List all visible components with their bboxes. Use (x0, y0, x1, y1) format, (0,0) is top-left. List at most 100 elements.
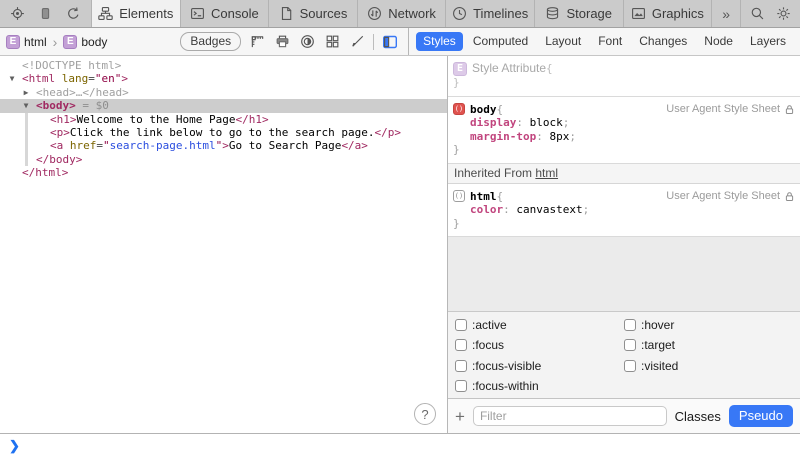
pseudo-label: :focus-within (472, 379, 539, 393)
contrast-button[interactable] (295, 30, 320, 53)
sidebar-toggle-button[interactable] (377, 30, 402, 53)
stylesheet-origin-icon: () (453, 103, 465, 115)
filter-input[interactable] (473, 406, 667, 426)
checkbox-unchecked-icon[interactable] (624, 339, 636, 351)
search-button[interactable] (745, 2, 770, 25)
panel-tab-elements[interactable]: Elements (91, 0, 180, 27)
dom-tree-line[interactable]: ▼<html lang="en"> (0, 72, 447, 85)
panel-tab-graphics[interactable]: Graphics (623, 0, 712, 27)
reload-button[interactable] (61, 2, 86, 25)
css-rule-html[interactable]: ()html {User Agent Style Sheetcolor: can… (448, 184, 800, 238)
badges-button[interactable]: Badges (180, 32, 241, 51)
code-token: " (103, 139, 110, 152)
semicolon: ; (583, 203, 590, 216)
styles-filter-bar: + Classes Pseudo (448, 398, 800, 433)
inherited-from-link[interactable]: html (535, 166, 558, 180)
breadcrumb-item-html[interactable]: Ehtml (6, 35, 47, 49)
print-styles-button[interactable] (270, 30, 295, 53)
storage-icon (545, 6, 560, 21)
checkbox-unchecked-icon[interactable] (624, 360, 636, 372)
code-token: > (222, 139, 229, 152)
css-declaration[interactable]: margin-top: 8px; (453, 130, 795, 144)
more-panels-button[interactable]: » (711, 0, 741, 27)
sidebar-tab-font[interactable]: Font (591, 32, 629, 51)
css-property-name: color (470, 203, 503, 216)
disclosure-expanded-icon[interactable]: ▼ (20, 99, 32, 113)
sidebar-tab-layers[interactable]: Layers (743, 32, 793, 51)
search-icon (750, 6, 765, 21)
panel-tab-network[interactable]: Network (357, 0, 446, 27)
pseudo-toggle-visited[interactable]: :visited (624, 359, 793, 373)
dom-tree-line[interactable]: <!DOCTYPE html> (0, 59, 447, 72)
panel-tab-sources[interactable]: Sources (268, 0, 357, 27)
grid-overlay-button[interactable] (320, 30, 345, 53)
dom-tree-line[interactable]: <a href="search-page.html">Go to Search … (0, 139, 447, 152)
dom-tree-line[interactable]: <p>Click the link below to go to the sea… (0, 126, 447, 139)
panel-tab-console[interactable]: Console (180, 0, 269, 27)
code-token: = (88, 72, 95, 85)
pseudo-toggle-focus-within[interactable]: :focus-within (455, 379, 624, 393)
checkbox-unchecked-icon[interactable] (455, 319, 467, 331)
style-attribute-section[interactable]: EStyle Attribute {} (448, 56, 800, 97)
stylesheet-origin-label: User Agent Style Sheet (666, 103, 795, 117)
pseudo-toggle-target[interactable]: :target (624, 338, 793, 352)
pseudo-label: :hover (641, 318, 674, 332)
pseudo-label: :focus (472, 338, 504, 352)
disclosure-collapsed-icon[interactable]: ▶ (20, 86, 32, 100)
css-rule-body[interactable]: ()body {User Agent Style Sheetdisplay: b… (448, 97, 800, 164)
dom-tree-line[interactable]: ▼<body> = $0 (0, 99, 447, 112)
checkbox-unchecked-icon[interactable] (455, 360, 467, 372)
add-rule-button[interactable]: + (455, 408, 465, 425)
panel-tab-storage[interactable]: Storage (534, 0, 623, 27)
styles-empty-area (448, 237, 800, 311)
pseudo-button[interactable]: Pseudo (729, 405, 793, 427)
code-token: <head>…</head> (36, 86, 129, 99)
code-token: lang (62, 72, 89, 85)
panel-tab-label: Console (211, 6, 259, 21)
gear-icon (776, 6, 791, 21)
style-rules: EStyle Attribute {}()body {User Agent St… (448, 56, 800, 237)
help-button[interactable]: ? (414, 403, 436, 425)
pseudo-toggle-active[interactable]: :active (455, 318, 624, 332)
inspect-crosshair-button[interactable] (5, 2, 30, 25)
dom-tree-line[interactable]: </body> (0, 153, 447, 166)
pseudo-toggle-hover[interactable]: :hover (624, 318, 793, 332)
breadcrumb-label: html (24, 35, 47, 49)
sidebar-tab-node[interactable]: Node (697, 32, 740, 51)
pseudo-toggle-focus[interactable]: :focus (455, 338, 624, 352)
dom-tree-line[interactable]: <h1>Welcome to the Home Page</h1> (0, 113, 447, 126)
dom-tree-line[interactable]: ▶ <head>…</head> (0, 86, 447, 99)
gear-button[interactable] (771, 2, 796, 25)
css-declaration[interactable]: color: canvastext; (453, 203, 795, 217)
main-toolbar: Elements Console SourcesNetworkTimelinesSt… (0, 0, 800, 28)
elements-icon (98, 6, 113, 21)
code-token: <a (50, 139, 70, 152)
sidebar-tab-computed[interactable]: Computed (466, 32, 535, 51)
code-token: </body> (36, 153, 82, 166)
responsive-device-button[interactable] (33, 2, 58, 25)
rule-selector: Style Attribute (472, 62, 546, 76)
contrast-icon (300, 34, 315, 49)
inherited-from-header: Inherited From html (448, 164, 800, 184)
responsive-device-icon (38, 6, 53, 21)
code-token: > (121, 72, 128, 85)
rulers-button[interactable] (245, 30, 270, 53)
inherited-from-text: Inherited From (454, 166, 535, 180)
breadcrumb-item-body[interactable]: Ebody (63, 35, 107, 49)
quick-console-bar[interactable]: ❯ (0, 433, 800, 461)
checkbox-unchecked-icon[interactable] (624, 319, 636, 331)
sidebar-tab-layout[interactable]: Layout (538, 32, 588, 51)
panel-tab-timelines[interactable]: Timelines (445, 0, 534, 27)
sidebar-tab-styles[interactable]: Styles (416, 32, 463, 51)
dom-tree-line[interactable]: </html> (0, 166, 447, 179)
pseudo-toggle-focus-visible[interactable]: :focus-visible (455, 359, 624, 373)
checkbox-unchecked-icon[interactable] (455, 380, 467, 392)
disclosure-expanded-icon[interactable]: ▼ (6, 72, 18, 86)
sidebar-tab-changes[interactable]: Changes (632, 32, 694, 51)
code-token: Welcome to the Home Page (77, 113, 236, 126)
css-declaration[interactable]: display: block; (453, 116, 795, 130)
paintbrush-button[interactable] (345, 30, 370, 53)
checkbox-unchecked-icon[interactable] (455, 339, 467, 351)
code-token: Go to Search Page (229, 139, 342, 152)
classes-button[interactable]: Classes (675, 409, 721, 424)
